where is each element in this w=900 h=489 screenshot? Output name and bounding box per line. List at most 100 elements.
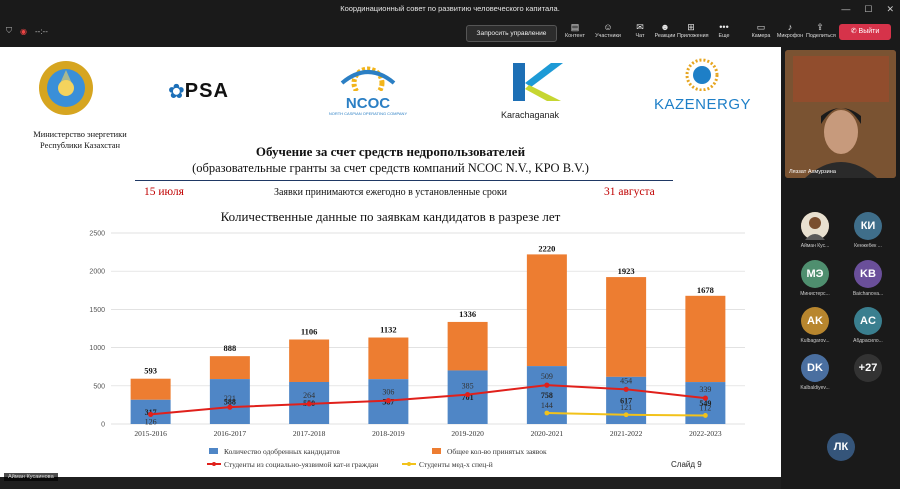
meeting-toolbar: ⛉ ◉ --:-- Запросить управление ▤ Контент ☺… bbox=[0, 18, 900, 48]
avatar: KB bbox=[854, 260, 882, 288]
participant-tile[interactable]: МЭ Министерс... bbox=[788, 258, 842, 300]
avatar-initials: AC bbox=[860, 315, 876, 327]
close-icon[interactable]: ✕ bbox=[886, 0, 894, 18]
participant-name: Кенжебек ... bbox=[854, 243, 882, 249]
avatar: ЛК bbox=[827, 433, 855, 461]
avatar-initials: ЛК bbox=[833, 441, 849, 453]
leave-button[interactable]: ✆ Выйти bbox=[839, 24, 891, 40]
x-tick-label: 2022-2023 bbox=[689, 429, 722, 438]
camera-icon: ▭ bbox=[756, 22, 766, 32]
avatar-initials: +27 bbox=[858, 362, 878, 374]
request-control-button[interactable]: Запросить управление bbox=[466, 25, 557, 42]
reactions-icon: ☻ bbox=[660, 22, 670, 32]
participant-name: Baichanova... bbox=[852, 291, 884, 297]
participant-tile[interactable]: Айман Кус... bbox=[788, 210, 842, 252]
more-icon: ••• bbox=[719, 22, 729, 32]
people-icon: ☺ bbox=[603, 22, 613, 32]
legend-label: Количество одобренных кандидатов bbox=[224, 447, 340, 456]
active-speaker-video[interactable]: Ляззат Ахмурзина bbox=[785, 50, 896, 178]
x-tick-label: 2020-2021 bbox=[531, 429, 564, 438]
toolbar-label: Контент bbox=[565, 33, 585, 39]
participant-tile[interactable]: КИ Кенжебек ... bbox=[841, 210, 895, 252]
participant-name: Министерс... bbox=[800, 291, 830, 297]
avatar: КИ bbox=[854, 212, 882, 240]
avatar bbox=[801, 212, 829, 240]
window-title: Координационный совет по развитию челове… bbox=[340, 4, 560, 13]
toolbar-camera-button[interactable]: ▭ Камера bbox=[747, 21, 775, 39]
toolbar-apps-button[interactable]: ⊞ Приложения bbox=[677, 21, 709, 39]
meeting-timer: --:-- bbox=[34, 26, 48, 36]
shield-icon[interactable]: ⛉ bbox=[6, 26, 12, 36]
socially-data-label: 339 bbox=[699, 385, 711, 394]
y-tick-label: 1000 bbox=[89, 345, 105, 352]
leave-label: Выйти bbox=[858, 28, 880, 35]
toolbar-label: Микрофон bbox=[776, 33, 804, 39]
toolbar-microphone-button[interactable]: ♪ Микрофон bbox=[776, 21, 804, 39]
participant-tile[interactable]: DK Kalbaldiyev... bbox=[788, 352, 842, 394]
bar-total-applications bbox=[685, 295, 726, 383]
avatar-initials: DK bbox=[807, 362, 823, 374]
maximize-icon[interactable]: ☐ bbox=[864, 0, 872, 18]
avatar-initials: KB bbox=[860, 268, 876, 280]
toolbar-label: Поделиться bbox=[806, 33, 836, 39]
x-tick-label: 2018-2019 bbox=[372, 429, 405, 438]
toolbar-chat-button[interactable]: ✉ Чат bbox=[626, 21, 654, 39]
socially-data-label: 509 bbox=[541, 372, 553, 381]
participant-name: Айман Кус... bbox=[800, 243, 830, 249]
participant-name: Абдрасило... bbox=[853, 338, 883, 344]
legend-marker bbox=[407, 462, 411, 466]
socially-data-label: 126 bbox=[145, 417, 157, 426]
total-data-label: 2220 bbox=[538, 243, 555, 253]
toolbar-label: Камера bbox=[751, 33, 771, 39]
bar-total-applications bbox=[368, 337, 409, 380]
window-titlebar: Координационный совет по развитию челове… bbox=[0, 0, 900, 18]
y-tick-label: 1500 bbox=[89, 307, 105, 314]
participant-tile[interactable]: KB Baichanova... bbox=[841, 258, 895, 300]
y-tick-label: 2500 bbox=[89, 231, 105, 238]
socially-data-label: 221 bbox=[224, 394, 236, 403]
avatar: DK bbox=[801, 354, 829, 382]
total-data-label: 1678 bbox=[697, 285, 714, 295]
y-tick-label: 2000 bbox=[89, 269, 105, 276]
bar-total-applications bbox=[289, 339, 330, 382]
legend-marker bbox=[212, 462, 216, 466]
speaker-video-frame bbox=[785, 50, 896, 178]
toolbar-reactions-button[interactable]: ☻ Реакции bbox=[651, 21, 679, 39]
point-socially-vulnerable bbox=[306, 401, 312, 407]
socially-data-label: 385 bbox=[462, 382, 474, 391]
participant-tile[interactable]: AC Абдрасило... bbox=[841, 305, 895, 347]
toolbar-share-button[interactable]: ⇪ Поделиться bbox=[806, 21, 836, 39]
x-tick-label: 2021-2022 bbox=[610, 429, 643, 438]
participant-tile[interactable]: AK Kulbagarov... bbox=[788, 305, 842, 347]
toolbar-content-button[interactable]: ▤ Контент bbox=[561, 21, 589, 39]
participant-tile[interactable]: ЛК bbox=[814, 431, 868, 473]
total-data-label: 1923 bbox=[618, 266, 635, 276]
point-medical-specialties bbox=[702, 413, 708, 418]
total-data-label: 1106 bbox=[301, 327, 318, 337]
point-socially-vulnerable bbox=[544, 382, 550, 388]
more-participants-button[interactable]: +27 bbox=[841, 352, 895, 394]
total-data-label: 1336 bbox=[459, 309, 476, 319]
point-socially-vulnerable bbox=[623, 386, 629, 392]
toolbar-label: Приложения bbox=[677, 33, 709, 39]
self-name-label: Айман Кусаинова bbox=[4, 473, 58, 481]
toolbar-people-button[interactable]: ☺ Участники bbox=[594, 21, 622, 39]
point-socially-vulnerable bbox=[702, 395, 708, 401]
toolbar-more-button[interactable]: ••• Еще bbox=[710, 21, 738, 39]
x-tick-label: 2015-2016 bbox=[134, 429, 167, 438]
apps-icon: ⊞ bbox=[687, 22, 695, 32]
applications-chart: 050010001500200025003175932015-201658888… bbox=[89, 231, 745, 469]
y-tick-label: 500 bbox=[93, 383, 105, 390]
microphone-icon: ♪ bbox=[787, 22, 793, 32]
medical-data-label: 112 bbox=[700, 403, 712, 412]
socially-data-label: 306 bbox=[382, 388, 394, 397]
avatar: МЭ bbox=[801, 260, 829, 288]
total-data-label: 888 bbox=[224, 343, 237, 353]
chat-icon: ✉ bbox=[636, 22, 644, 32]
toolbar-label: Реакции bbox=[654, 33, 676, 39]
legend-label: Студенты из социально-уязвимой кат-и гра… bbox=[224, 460, 378, 469]
record-icon[interactable]: ◉ bbox=[20, 27, 27, 36]
minimize-icon[interactable]: — bbox=[841, 0, 850, 18]
avatar-initials: МЭ bbox=[806, 268, 824, 280]
bar-total-applications bbox=[130, 378, 171, 400]
